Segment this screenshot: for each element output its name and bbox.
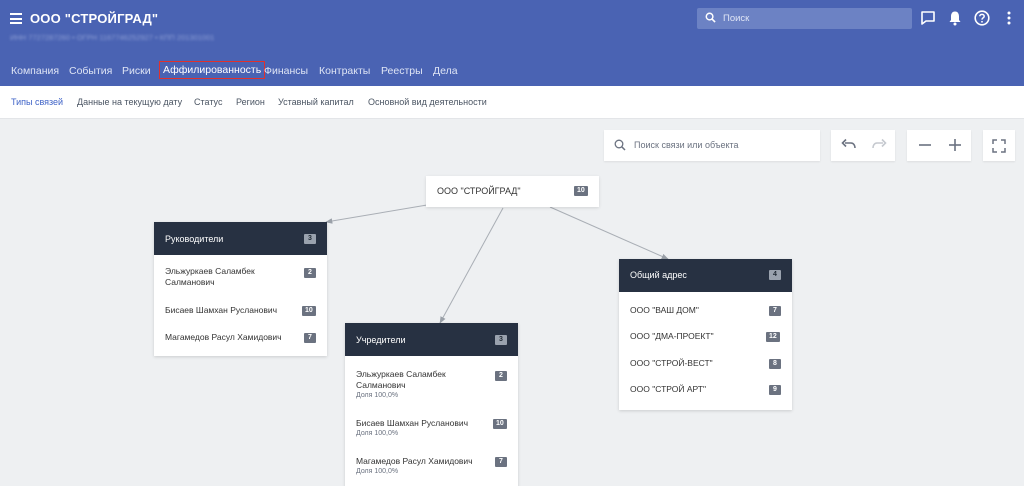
founders-title: Учредители [356,335,406,345]
managers-group: Руководители 3 Эльжуркаев Саламбек Салма… [154,222,327,356]
founders-group: Учредители 3 Эльжуркаев Саламбек Салмано… [345,323,518,486]
item-count: 8 [769,359,781,369]
fullscreen-icon [992,139,1006,153]
company-name: ООО "ДМА-ПРОЕКТ" [630,331,714,341]
managers-group-header[interactable]: Руководители 3 [154,222,327,255]
person-name: Бисаев Шамхан Русланович [356,418,469,428]
item-count: 12 [766,332,780,342]
undo-icon [841,138,856,149]
list-item[interactable]: ООО "СТРОЙ-ВЕСТ" 8 [619,358,792,372]
edge-to-managers [325,204,428,224]
founders-count: 3 [495,335,507,345]
list-item[interactable]: Эльжуркаев Саламбек Салманович 2 [154,266,327,292]
zoom-controls [907,130,971,161]
share-text: Доля 100,0% [356,392,399,399]
founders-group-header[interactable]: Учредители 3 [345,323,518,356]
list-item[interactable]: Эльжуркаев Саламбек Салманович Доля 100,… [345,369,518,405]
person-name: Эльжуркаев Саламбек Салманович [356,369,446,390]
list-item[interactable]: Бисаев Шамхан Русланович Доля 100,0% 10 [345,418,518,442]
root-node-label: ООО "СТРОЙГРАД" [437,186,521,196]
managers-title: Руководители [165,234,224,244]
edge-to-founders [439,207,504,324]
redo-button[interactable] [863,130,894,161]
root-node-count: 10 [574,186,588,196]
item-count: 10 [493,419,507,429]
zoom-out-button[interactable] [909,130,940,161]
company-name: ООО "СТРОЙ-ВЕСТ" [630,358,713,368]
zoom-in-button[interactable] [939,130,970,161]
share-text: Доля 100,0% [356,468,399,475]
graph-search-input[interactable]: Поиск связи или объекта [604,130,820,161]
list-item[interactable]: ООО "ВАШ ДОМ" 7 [619,305,792,319]
address-count: 4 [769,270,781,280]
redo-icon [872,138,887,149]
zoom-in-icon [949,139,961,151]
item-count: 2 [495,371,507,381]
history-controls [831,130,895,161]
list-item[interactable]: Магамедов Расул Хамидович 7 [154,332,327,346]
item-count: 7 [304,333,316,343]
item-count: 10 [302,306,316,316]
person-name: Магамедов Расул Хамидович [356,456,473,466]
person-name: Магамедов Расул Хамидович [165,332,282,342]
root-company-node[interactable]: ООО "СТРОЙГРАД" 10 [426,176,599,207]
item-count: 9 [769,385,781,395]
address-group-header[interactable]: Общий адрес 4 [619,259,792,292]
person-name: Бисаев Шамхан Русланович [165,305,278,315]
item-count: 2 [304,268,316,278]
company-name: ООО "СТРОЙ АРТ" [630,384,706,394]
zoom-out-icon [919,144,931,146]
search-icon [614,139,626,151]
list-item[interactable]: Бисаев Шамхан Русланович 10 [154,305,327,319]
graph-search-placeholder: Поиск связи или объекта [634,140,739,150]
company-name: ООО "ВАШ ДОМ" [630,305,699,315]
list-item[interactable]: Магамедов Расул Хамидович Доля 100,0% 7 [345,456,518,480]
managers-count: 3 [304,234,316,244]
undo-button[interactable] [833,130,864,161]
list-item[interactable]: ООО "СТРОЙ АРТ" 9 [619,384,792,398]
share-text: Доля 100,0% [356,430,399,437]
address-title: Общий адрес [630,270,687,280]
person-name: Эльжуркаев Саламбек Салманович [165,266,255,287]
fullscreen-button[interactable] [983,130,1015,161]
list-item[interactable]: ООО "ДМА-ПРОЕКТ" 12 [619,331,792,345]
address-group: Общий адрес 4 ООО "ВАШ ДОМ" 7 ООО "ДМА-П… [619,259,792,410]
item-count: 7 [495,457,507,467]
item-count: 7 [769,306,781,316]
edge-to-address [549,206,669,260]
